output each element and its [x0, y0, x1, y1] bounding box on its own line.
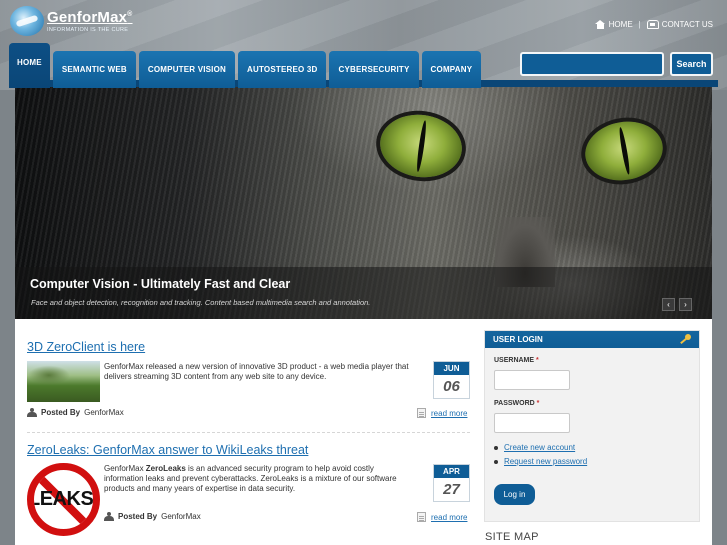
brand-tagline: INFORMATION IS THE CURE — [47, 27, 129, 33]
site-map-heading: SITE MAP — [485, 531, 539, 543]
brand-logo[interactable]: GenforMax® INFORMATION IS THE CURE — [10, 6, 140, 38]
tab-autostereo-3d[interactable]: AUTOSTEREO 3D — [238, 51, 327, 88]
brand-name: GenforMax® — [47, 9, 133, 26]
read-more-label: read more — [431, 512, 468, 522]
read-more-link[interactable]: read more — [417, 512, 467, 522]
user-login-title: USER LOGIN — [485, 331, 699, 348]
leaks-image-label: LEAKS — [28, 488, 94, 510]
create-account-label: Create new account — [504, 443, 576, 452]
article-item: 3D ZeroClient is here GenforMax released… — [27, 340, 470, 430]
bullet-icon — [494, 445, 498, 450]
article-item: ZeroLeaks: GenforMax answer to WikiLeaks… — [27, 443, 470, 543]
phone-icon — [646, 20, 659, 29]
date-day: 06 — [443, 378, 460, 395]
contact-link-label: CONTACT US — [661, 20, 713, 29]
date-badge: APR 27 — [433, 464, 470, 502]
article-thumbnail[interactable] — [27, 361, 100, 402]
posted-by-label: Posted By — [41, 408, 81, 417]
request-password-label: Request new password — [504, 457, 588, 466]
posted-by: Posted By GenforMax — [27, 408, 124, 417]
slider-next-button[interactable]: › — [679, 298, 692, 311]
top-links-separator: | — [638, 20, 641, 29]
date-month: APR — [434, 465, 469, 478]
hero-subtitle: Face and object detection, recognition a… — [31, 298, 371, 307]
article-title[interactable]: 3D ZeroClient is here — [27, 340, 470, 354]
top-links: HOME | CONTACT US — [594, 20, 713, 29]
key-icon — [680, 334, 691, 345]
tab-computer-vision[interactable]: COMPUTER VISION — [138, 51, 236, 88]
author-name: GenforMax — [161, 512, 201, 521]
login-button[interactable]: Log in — [494, 484, 535, 505]
tab-company[interactable]: COMPANY — [421, 51, 482, 88]
leaks-image[interactable]: LEAKS — [27, 463, 100, 536]
hero-caption: Computer Vision - Ultimately Fast and Cl… — [15, 267, 712, 319]
password-field[interactable] — [494, 413, 570, 433]
search-button[interactable]: Search — [670, 52, 713, 76]
article-summary: GenforMax ZeroLeaks is an advanced secur… — [104, 464, 397, 493]
user-icon — [27, 408, 37, 417]
request-password-link[interactable]: Request new password — [494, 457, 587, 466]
date-day: 27 — [443, 481, 460, 498]
hero-slider[interactable]: Computer Vision - Ultimately Fast and Cl… — [15, 87, 712, 319]
posted-by: Posted By GenforMax — [104, 512, 201, 521]
main-nav: HOME SEMANTIC WEB COMPUTER VISION AUTOST… — [9, 43, 482, 88]
tab-semantic-web[interactable]: SEMANTIC WEB — [52, 51, 136, 88]
read-more-link[interactable]: read more — [417, 408, 467, 418]
article-title[interactable]: ZeroLeaks: GenforMax answer to WikiLeaks… — [27, 443, 470, 457]
author-name: GenforMax — [84, 408, 124, 417]
date-badge: JUN 06 — [433, 361, 470, 399]
posted-by-label: Posted By — [118, 512, 158, 521]
read-more-label: read more — [431, 408, 468, 418]
user-icon — [104, 512, 114, 521]
tab-cybersecurity[interactable]: CYBERSECURITY — [329, 51, 419, 88]
home-link[interactable]: HOME — [594, 20, 633, 29]
article-summary: GenforMax released a new version of inno… — [104, 362, 409, 381]
hero-title: Computer Vision - Ultimately Fast and Cl… — [30, 277, 291, 291]
article-divider — [27, 432, 470, 433]
search-input[interactable] — [520, 52, 664, 76]
user-login-block: USER LOGIN USERNAME * PASSWORD * Create … — [484, 330, 700, 522]
username-label: USERNAME * — [494, 357, 539, 364]
password-label: PASSWORD * — [494, 400, 540, 407]
tab-home[interactable]: HOME — [9, 43, 50, 88]
username-field[interactable] — [494, 370, 570, 390]
document-icon — [417, 408, 426, 418]
create-account-link[interactable]: Create new account — [494, 443, 575, 452]
document-icon — [417, 512, 426, 522]
bullet-icon — [494, 459, 498, 464]
slider-prev-button[interactable]: ‹ — [662, 298, 675, 311]
logo-mark-icon — [10, 6, 44, 36]
home-link-label: HOME — [608, 20, 633, 29]
date-month: JUN — [434, 362, 469, 375]
content-panel: 3D ZeroClient is here GenforMax released… — [15, 319, 712, 545]
home-icon — [594, 20, 606, 29]
contact-link[interactable]: CONTACT US — [646, 20, 713, 29]
